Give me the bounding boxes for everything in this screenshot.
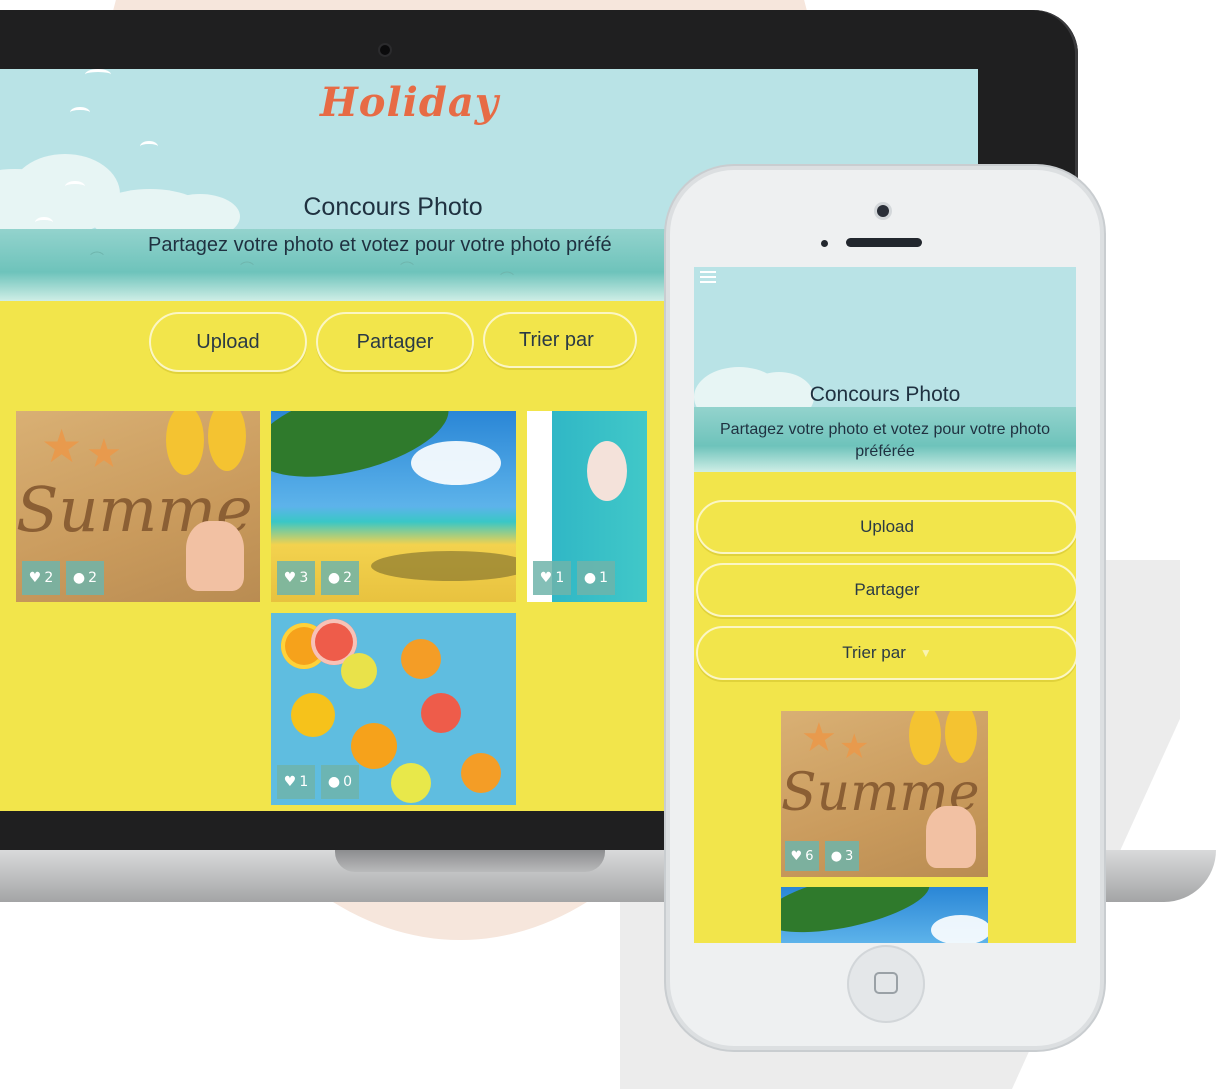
comments-badge[interactable]: ● 0 bbox=[321, 765, 359, 799]
likes-badge[interactable]: ♥ 1 bbox=[533, 561, 571, 595]
holiday-logo: Holiday bbox=[320, 79, 499, 126]
laptop-notch bbox=[335, 850, 605, 872]
page-subtitle: Partagez votre photo et votez pour votre… bbox=[720, 421, 1050, 460]
photo-card[interactable]: ♥ 1 ● 0 bbox=[271, 613, 516, 805]
likes-badge[interactable]: ♥ 1 bbox=[277, 765, 315, 799]
phone-camera bbox=[877, 205, 889, 217]
comment-icon: ● bbox=[583, 570, 597, 586]
likes-badge[interactable]: ♥ 6 bbox=[785, 841, 819, 871]
upload-button[interactable]: Upload bbox=[149, 312, 307, 372]
comment-icon: ● bbox=[327, 570, 341, 586]
hamburger-menu-icon[interactable] bbox=[700, 271, 716, 283]
phone-speaker bbox=[846, 238, 922, 247]
page-subtitle: Partagez votre photo et votez pour votre… bbox=[148, 234, 612, 256]
likes-badge[interactable]: ♥ 2 bbox=[22, 561, 60, 595]
likes-badge[interactable]: ♥ 3 bbox=[277, 561, 315, 595]
laptop-camera bbox=[380, 45, 390, 55]
comment-icon: ● bbox=[327, 774, 341, 790]
chevron-down-icon: ▼ bbox=[919, 646, 932, 660]
phone-sensor bbox=[821, 240, 828, 247]
home-button[interactable] bbox=[847, 945, 925, 1023]
comments-badge[interactable]: ● 2 bbox=[66, 561, 104, 595]
heart-icon: ♥ bbox=[283, 774, 297, 790]
comments-badge[interactable]: ● 3 bbox=[825, 841, 859, 871]
home-button-icon bbox=[874, 972, 898, 994]
photo-card[interactable] bbox=[781, 887, 988, 943]
comment-icon: ● bbox=[72, 570, 86, 586]
share-button[interactable]: Partager bbox=[316, 312, 474, 372]
photo-card[interactable]: ♥ 1 ● 1 bbox=[527, 411, 647, 602]
page-title: Concours Photo bbox=[809, 383, 961, 406]
sort-label: Trier par bbox=[842, 643, 906, 662]
photo-card[interactable]: ★ ★ Summe ♥ 2 ● 2 bbox=[16, 411, 260, 602]
heart-icon: ♥ bbox=[790, 848, 803, 864]
heart-icon: ♥ bbox=[283, 570, 297, 586]
heart-icon: ♥ bbox=[539, 570, 553, 586]
starfish-icon: ★ bbox=[801, 715, 837, 761]
comment-icon: ● bbox=[830, 848, 843, 864]
photo-card[interactable]: ♥ 3 ● 2 bbox=[271, 411, 516, 602]
share-button[interactable]: Partager bbox=[696, 563, 1076, 617]
heart-icon: ♥ bbox=[28, 570, 42, 586]
phone: Concours Photo Partagez votre photo et v… bbox=[670, 170, 1100, 1046]
sort-button[interactable]: Trier par bbox=[483, 312, 637, 368]
sort-button[interactable]: Trier par ▼ bbox=[696, 626, 1076, 680]
comments-badge[interactable]: ● 2 bbox=[321, 561, 359, 595]
photo-card[interactable]: ★ ★ Summe ♥ 6 ● 3 bbox=[781, 711, 988, 877]
comments-badge[interactable]: ● 1 bbox=[577, 561, 615, 595]
upload-button[interactable]: Upload bbox=[696, 500, 1076, 554]
phone-screen: Concours Photo Partagez votre photo et v… bbox=[694, 267, 1076, 943]
starfish-icon: ★ bbox=[41, 419, 83, 473]
